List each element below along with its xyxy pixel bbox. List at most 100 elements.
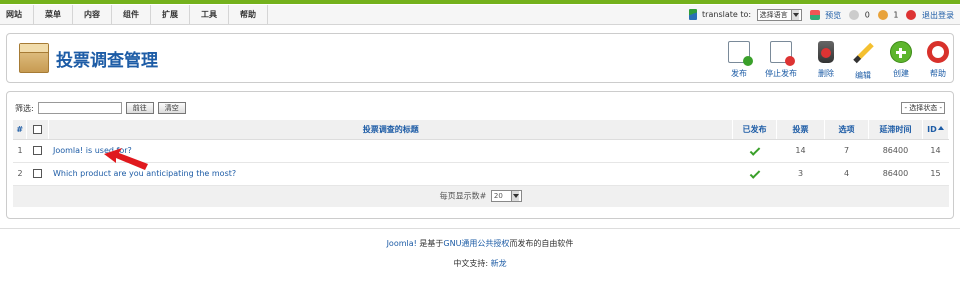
row-checkbox[interactable] (33, 169, 43, 178)
unpublish-label: 停止发布 (765, 69, 797, 78)
col-published[interactable]: 已发布 (732, 120, 778, 140)
row-check-cell (26, 162, 49, 186)
users-value: 1 (893, 10, 899, 20)
footer-rest-text: 而发布的自由软件 (509, 239, 574, 248)
col-options[interactable]: 选项 (824, 120, 869, 140)
col-title[interactable]: 投票调查的标题 (48, 120, 734, 140)
filter-reset-button[interactable]: 清空 (157, 102, 186, 114)
gnu-link[interactable]: GNU通用公共授权 (443, 239, 509, 248)
menu-site[interactable]: 网站 (0, 5, 34, 25)
footer-support: 中文支持: 新龙 (0, 258, 960, 269)
support-link[interactable]: 新龙 (491, 259, 507, 268)
per-page-select[interactable]: 20 (490, 190, 522, 203)
top-accent-line (0, 0, 960, 4)
users-icon (877, 10, 888, 20)
preview-icon (809, 10, 820, 20)
pagination-row: 每页显示数# 20 (13, 185, 949, 207)
preview-link[interactable]: 预览 (809, 10, 841, 21)
pagination-cell: 每页显示数# 20 (13, 185, 949, 207)
edit-button[interactable]: 编辑 (845, 39, 881, 81)
delete-button[interactable]: 删除 (808, 39, 844, 81)
row-published[interactable] (732, 162, 777, 186)
trash-icon (818, 41, 834, 63)
translate-icon (688, 9, 697, 20)
publish-icon (728, 41, 753, 66)
row-votes: 14 (776, 139, 825, 163)
logout-icon (906, 10, 917, 20)
messages-value: 0 (864, 10, 870, 20)
chevron-down-icon (790, 10, 799, 20)
poll-box-icon (19, 43, 49, 73)
check-icon (749, 168, 760, 179)
unpublish-button[interactable]: 停止发布 (763, 39, 799, 81)
translate-group: translate to: 选择语言 (688, 9, 802, 21)
row-lag: 86400 (868, 139, 923, 163)
page-title: 投票调查管理 (56, 51, 158, 71)
row-check-cell (26, 139, 49, 163)
table-header-row: # 投票调查的标题 已发布 投票 选项 延滞时间 ID (13, 120, 950, 140)
delete-label: 删除 (818, 69, 834, 78)
poll-list-box: 筛选: 前往 清空 - 选择状态 - # 投票调查的标题 已发布 投票 选项 延… (6, 91, 954, 219)
col-lag[interactable]: 延滞时间 (868, 120, 923, 140)
unpublish-icon (770, 41, 795, 66)
row-id: 14 (922, 139, 949, 163)
col-check (26, 120, 50, 140)
language-select-value: 选择语言 (759, 11, 788, 19)
menu-help[interactable]: 帮助 (229, 5, 268, 25)
support-label: 中文支持: (453, 259, 489, 268)
per-page-value: 20 (493, 192, 503, 201)
menu-extensions[interactable]: 扩展 (151, 5, 190, 25)
row-title-cell: Which product are you anticipating the m… (48, 162, 733, 186)
row-num: 2 (13, 162, 27, 186)
menu-content[interactable]: 内容 (73, 5, 112, 25)
status-bar: translate to: 选择语言 预览 0 1 退出登录 (688, 5, 954, 25)
pencil-icon (852, 42, 874, 64)
menu-menus[interactable]: 菜单 (34, 5, 73, 25)
footer-mid-text: 是基于 (416, 239, 444, 248)
row-options: 4 (824, 162, 869, 186)
users-online[interactable]: 1 (877, 10, 899, 20)
table-row: 2 Which product are you anticipating the… (13, 162, 949, 186)
publish-button[interactable]: 发布 (721, 39, 757, 81)
row-id: 15 (922, 162, 949, 186)
menu-components[interactable]: 组件 (112, 5, 151, 25)
lifebuoy-icon (927, 41, 949, 63)
row-num: 1 (13, 139, 27, 163)
filter-go-button[interactable]: 前往 (125, 102, 154, 114)
translate-label: translate to: (702, 10, 752, 19)
toolbar-box: 投票调查管理 发布 停止发布 删除 编辑 创建 帮助 (6, 33, 954, 83)
row-checkbox[interactable] (33, 146, 43, 155)
language-select[interactable]: 选择语言 (756, 9, 802, 21)
col-id[interactable]: ID (922, 120, 950, 140)
help-label: 帮助 (930, 69, 946, 78)
help-button[interactable]: 帮助 (920, 39, 956, 81)
row-published[interactable] (732, 139, 777, 163)
row-votes: 3 (776, 162, 825, 186)
new-button[interactable]: 创建 (883, 39, 919, 81)
row-lag: 86400 (868, 162, 923, 186)
joomla-link[interactable]: Joomla! (387, 239, 417, 248)
main-menu: 网站 菜单 内容 组件 扩展 工具 帮助 (0, 5, 268, 25)
logout-link[interactable]: 退出登录 (906, 10, 954, 21)
footer-separator (0, 228, 960, 229)
filter-input[interactable] (37, 102, 122, 114)
state-select[interactable]: - 选择状态 - (901, 102, 945, 114)
select-all-checkbox[interactable] (33, 124, 43, 134)
chevron-down-icon (510, 191, 519, 202)
check-icon (749, 145, 760, 156)
sort-asc-icon (937, 123, 944, 130)
messages-count[interactable]: 0 (849, 10, 870, 20)
plus-icon (890, 41, 912, 63)
col-votes[interactable]: 投票 (776, 120, 825, 140)
col-num: # (13, 120, 28, 140)
per-page-label: 每页显示数# (439, 191, 487, 201)
col-id-label: ID (927, 124, 937, 134)
row-options: 7 (824, 139, 869, 163)
logout-label: 退出登录 (922, 10, 954, 20)
filter-label: 筛选: (15, 103, 34, 113)
row-title-cell: Joomla! is used for? (48, 139, 733, 163)
menu-tools[interactable]: 工具 (190, 5, 229, 25)
red-arrow-annotation (104, 148, 148, 170)
menu-bar: 网站 菜单 内容 组件 扩展 工具 帮助 translate to: 选择语言 … (0, 5, 960, 25)
filter-bar: 筛选: 前往 清空 (15, 102, 186, 114)
